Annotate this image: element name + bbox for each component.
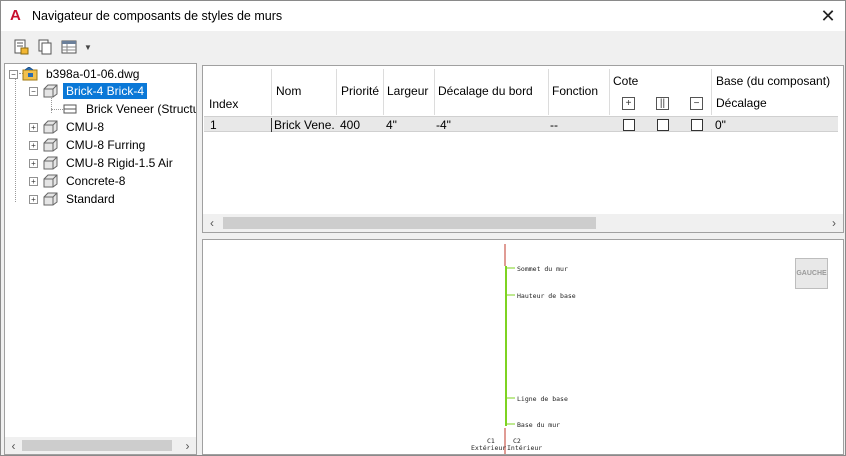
- scroll-left-icon[interactable]: ‹: [5, 437, 22, 454]
- scroll-right-icon[interactable]: ›: [179, 437, 196, 454]
- column-divider: [609, 69, 610, 115]
- table-view-button[interactable]: [58, 36, 80, 58]
- column-divider: [434, 69, 435, 115]
- drawing-file-icon: [22, 67, 38, 81]
- table-view-icon: [61, 40, 77, 54]
- column-divider: [271, 69, 272, 115]
- wall-style-icon: [43, 120, 58, 134]
- header-largeur[interactable]: Largeur: [387, 84, 428, 98]
- close-button[interactable]: ✕: [817, 5, 839, 27]
- tree-item-concrete-8[interactable]: + Concrete-8: [29, 172, 128, 190]
- cell-fonction[interactable]: --: [550, 118, 558, 132]
- new-component-button[interactable]: [10, 36, 32, 58]
- column-divider: [383, 69, 384, 115]
- cell-nom[interactable]: Brick Vene...: [271, 118, 335, 132]
- expand-icon[interactable]: +: [29, 140, 38, 150]
- grid-horizontal-scrollbar[interactable]: ‹ ›: [203, 214, 843, 232]
- column-divider: [711, 69, 712, 115]
- tree-item-brick-veneer[interactable]: Brick Veneer (Structu: [63, 100, 197, 118]
- copy-component-button[interactable]: [34, 36, 56, 58]
- cell-largeur[interactable]: 4": [386, 118, 397, 132]
- header-nom[interactable]: Nom: [276, 84, 301, 98]
- tree-item-standard[interactable]: + Standard: [29, 190, 118, 208]
- expand-icon[interactable]: +: [29, 158, 38, 168]
- tree-item-label: CMU-8: [66, 120, 104, 134]
- label-base: Base du mur: [517, 421, 561, 429]
- scroll-right-icon[interactable]: ›: [825, 214, 843, 232]
- scroll-track[interactable]: [221, 214, 825, 232]
- tree-connector: [51, 109, 63, 110]
- tree-horizontal-scrollbar[interactable]: ‹ ›: [5, 437, 196, 454]
- wall-style-icon: [43, 192, 58, 206]
- cote-interior-icon[interactable]: −: [690, 97, 703, 110]
- label-exterieur: Extérieur: [471, 444, 507, 452]
- cell-decalage[interactable]: 0": [715, 118, 726, 132]
- header-index[interactable]: Index: [209, 97, 238, 111]
- header-cote[interactable]: Cote: [613, 74, 638, 88]
- tree-root-label: b398a-01-06.dwg: [46, 67, 140, 81]
- cote-center-checkbox[interactable]: [657, 119, 669, 131]
- label-ligne: Ligne de base: [517, 395, 568, 403]
- expand-icon[interactable]: +: [29, 194, 38, 204]
- column-divider: [336, 69, 337, 115]
- expand-icon[interactable]: +: [29, 122, 38, 132]
- wall-style-icon: [43, 174, 58, 188]
- wall-style-icon: [43, 156, 58, 170]
- expand-icon[interactable]: +: [29, 176, 38, 186]
- tree-connector: [15, 78, 16, 202]
- tree-item-cmu-8[interactable]: + CMU-8: [29, 118, 107, 136]
- tree-item-label: CMU-8 Rigid-1.5 Air: [66, 156, 173, 170]
- tree-item-label: Concrete-8: [66, 174, 126, 188]
- tree-item-label: Brick Veneer (Structu: [86, 102, 197, 116]
- new-component-icon: [14, 39, 29, 55]
- scroll-thumb[interactable]: [22, 440, 172, 451]
- cote-center-icon[interactable]: ||: [656, 97, 669, 110]
- tree-root[interactable]: − b398a-01-06.dwg: [9, 65, 142, 83]
- component-grid-panel: Index Nom Priorité Largeur Décalage du b…: [202, 65, 844, 233]
- scroll-track[interactable]: [22, 437, 179, 454]
- tree-item-label: CMU-8 Furring: [66, 138, 146, 152]
- cote-exterior-checkbox[interactable]: [623, 119, 635, 131]
- collapse-icon[interactable]: −: [9, 69, 18, 79]
- cell-priorite[interactable]: 400: [340, 118, 360, 132]
- wall-preview-panel: Sommet du mur Hauteur de base Ligne de b…: [202, 239, 844, 455]
- cote-interior-checkbox[interactable]: [691, 119, 703, 131]
- cote-exterior-icon[interactable]: +: [622, 97, 635, 110]
- autocad-app-icon: A: [10, 7, 21, 24]
- tree-item-cmu-8-rigid[interactable]: + CMU-8 Rigid-1.5 Air: [29, 154, 176, 172]
- wall-style-icon: [43, 138, 58, 152]
- component-icon: [63, 104, 77, 114]
- header-fonction[interactable]: Fonction: [552, 84, 598, 98]
- tree-item-cmu-8-furring[interactable]: + CMU-8 Furring: [29, 136, 148, 154]
- window-title: Navigateur de composants de styles de mu…: [32, 9, 283, 23]
- copy-component-icon: [38, 39, 52, 55]
- label-interieur: Intérieur: [507, 444, 543, 452]
- header-decalage-bord[interactable]: Décalage du bord: [438, 84, 533, 98]
- cell-decalage-bord[interactable]: -4": [436, 118, 451, 132]
- table-view-dropdown[interactable]: ▼: [82, 36, 94, 58]
- wall-style-icon: [43, 84, 58, 98]
- tree-item-brick-4[interactable]: − Brick-4 Brick-4: [29, 82, 148, 100]
- wall-style-component-browser-window: A Navigateur de composants de styles de …: [0, 0, 846, 456]
- scroll-thumb[interactable]: [223, 217, 596, 229]
- header-priorite[interactable]: Priorité: [341, 84, 379, 98]
- cell-index[interactable]: 1: [210, 118, 217, 132]
- table-row[interactable]: 1 Brick Vene... 400 4" -4" -- 0": [204, 116, 838, 132]
- scroll-left-icon[interactable]: ‹: [203, 214, 221, 232]
- label-hauteur: Hauteur de base: [517, 292, 576, 300]
- collapse-icon[interactable]: −: [29, 86, 38, 96]
- header-decalage[interactable]: Décalage: [716, 96, 767, 110]
- gauche-view-button[interactable]: GAUCHE: [795, 258, 828, 289]
- title-bar: A Navigateur de composants de styles de …: [1, 1, 845, 31]
- header-base-composant[interactable]: Base (du composant): [716, 74, 830, 88]
- column-divider: [548, 69, 549, 115]
- tree-item-label: Brick-4 Brick-4: [63, 83, 148, 99]
- style-tree-panel: − b398a-01-06.dwg − Brick-4 Brick-4 Bric…: [4, 63, 197, 455]
- label-sommet: Sommet du mur: [517, 265, 568, 273]
- toolbar: ▼: [1, 32, 845, 62]
- tree-item-label: Standard: [66, 192, 115, 206]
